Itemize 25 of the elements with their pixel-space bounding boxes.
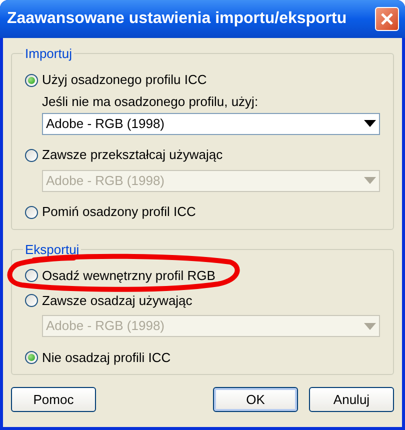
radio-label[interactable]: Osadź wewnętrzny profil RGB	[42, 266, 216, 286]
radio-label[interactable]: Pomiń osadzony profil ICC	[42, 202, 196, 222]
hint-text: Jeśli nie ma osadzonego profilu, użyj:	[42, 92, 260, 110]
window-title: Zaawansowane ustawienia importu/eksportu	[7, 9, 347, 29]
close-button[interactable]	[375, 7, 399, 31]
caret-icon	[364, 322, 376, 330]
radio-button[interactable]	[25, 206, 38, 218]
group-legend: Importuj	[23, 44, 74, 64]
profile-dropdown[interactable]: Adobe - RGB (1998)	[42, 112, 380, 134]
dialog-button[interactable]: OK	[213, 387, 298, 412]
close-icon	[380, 12, 394, 26]
radio-label[interactable]: Nie osadzaj profili ICC	[42, 348, 171, 368]
caret-icon	[364, 177, 376, 184]
dialog-button[interactable]: Anuluj	[309, 387, 394, 412]
radio-button[interactable]	[25, 269, 38, 282]
radio-button[interactable]	[25, 351, 38, 364]
radio-label[interactable]: Użyj osadzonego profilu ICC	[42, 70, 207, 90]
radio-label[interactable]: Zawsze przekształcaj używając	[42, 145, 223, 165]
radio-button[interactable]	[25, 74, 38, 86]
radio-button[interactable]	[25, 294, 38, 307]
group-legend: Eksportuj	[23, 240, 82, 259]
radio-button[interactable]	[25, 148, 38, 162]
dialog-button[interactable]: Pomoc	[11, 387, 96, 412]
radio-label[interactable]: Zawsze osadzaj używając	[42, 290, 192, 310]
caret-icon	[364, 120, 376, 127]
